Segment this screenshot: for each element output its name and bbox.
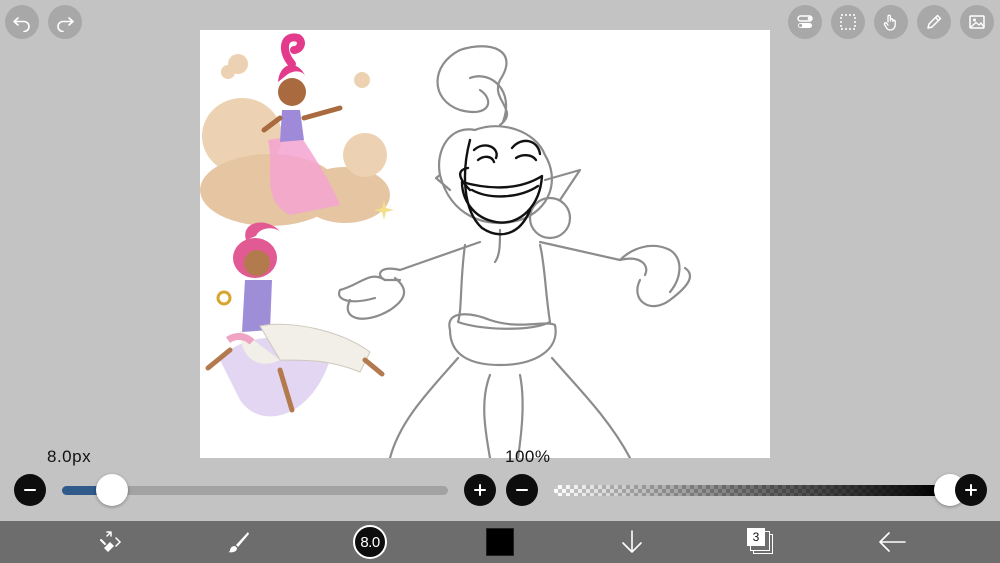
toggle-button[interactable] — [788, 5, 822, 39]
redo-icon — [57, 17, 74, 32]
brush-size-slider-thumb[interactable] — [96, 474, 129, 506]
paintbrush-icon — [228, 532, 249, 553]
color-picker-button[interactable] — [480, 521, 520, 563]
brush-size-label: 8.0px — [47, 447, 92, 466]
opacity-slider[interactable] — [554, 485, 942, 496]
brush-size-badge-button[interactable]: 8.0 — [350, 521, 390, 563]
brush-size-badge-value: 8.0 — [360, 533, 380, 551]
back-button[interactable] — [870, 521, 914, 563]
image-icon — [969, 15, 985, 29]
minus-icon — [24, 489, 36, 491]
undo-icon — [13, 17, 30, 32]
brush-size-increase-button[interactable] — [464, 474, 496, 506]
layer-count: 3 — [747, 528, 765, 546]
opacity-increase-button[interactable] — [955, 474, 987, 506]
reference-image-top — [200, 33, 394, 226]
brush-size-badge: 8.0 — [353, 525, 387, 559]
bottom-toolbar: 8.0 3 — [0, 521, 1000, 563]
drawing-canvas[interactable] — [200, 30, 770, 458]
image-button[interactable] — [960, 5, 994, 39]
reference-image-bottom — [205, 222, 385, 417]
hand-icon — [883, 14, 896, 31]
current-color-swatch — [486, 528, 514, 556]
toggle-icon — [797, 15, 813, 28]
brush-tool-button[interactable] — [216, 521, 260, 563]
pen-button[interactable] — [917, 5, 951, 39]
plus-icon — [965, 484, 977, 496]
minus-icon — [516, 489, 528, 491]
layers-icon: 3 — [747, 528, 775, 556]
arrow-left-icon — [879, 532, 906, 552]
redo-button[interactable] — [48, 5, 82, 39]
undo-button[interactable] — [5, 5, 39, 39]
plus-icon — [474, 484, 486, 496]
artwork — [200, 33, 692, 458]
tool-switch-button[interactable] — [88, 521, 132, 563]
opacity-decrease-button[interactable] — [506, 474, 538, 506]
hand-button[interactable] — [874, 5, 908, 39]
opacity-label: 100% — [505, 447, 551, 466]
pen-icon — [927, 14, 942, 29]
brush-size-decrease-button[interactable] — [14, 474, 46, 506]
download-button[interactable] — [612, 521, 652, 563]
selection-button[interactable] — [831, 5, 865, 39]
selection-icon — [840, 14, 856, 30]
sketch-figure — [337, 45, 692, 458]
arrow-down-icon — [622, 530, 642, 553]
layers-button[interactable]: 3 — [741, 521, 781, 563]
brush-eraser-swap-icon — [100, 531, 122, 552]
